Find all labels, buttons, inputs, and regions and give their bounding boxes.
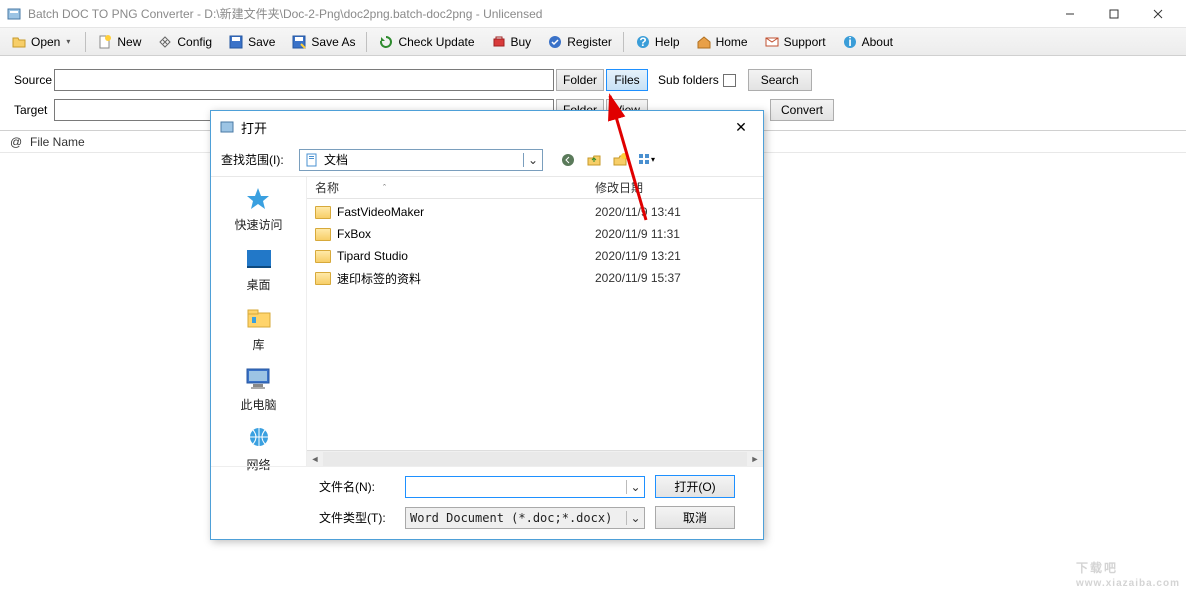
up-folder-icon[interactable] <box>585 151 603 169</box>
list-item[interactable]: FastVideoMaker2020/11/9 13:41 <box>315 201 763 223</box>
open-dialog: 打开 ✕ 查找范围(I): 文档 ⌄ ▾ 快速访问 桌面 <box>210 110 764 540</box>
open-button[interactable]: Open▾ <box>4 31 81 53</box>
col-at: @ <box>10 135 30 149</box>
buy-button[interactable]: Buy <box>484 31 539 53</box>
search-button[interactable]: Search <box>748 69 812 91</box>
lookin-label: 查找范围(I): <box>221 151 293 168</box>
filename-label: 文件名(N): <box>319 478 395 495</box>
place-quick-access[interactable]: 快速访问 <box>234 185 282 233</box>
help-icon: ? <box>635 34 651 50</box>
watermark: 下载吧 www.xiazaiba.com <box>1076 555 1180 589</box>
close-button[interactable] <box>1136 0 1180 28</box>
folder-icon <box>315 228 331 241</box>
libraries-icon <box>242 305 276 333</box>
chevron-down-icon[interactable]: ⌄ <box>626 480 644 494</box>
dialog-title: 打开 <box>241 118 267 137</box>
list-item[interactable]: Tipard Studio2020/11/9 13:21 <box>315 245 763 267</box>
window-title: Batch DOC TO PNG Converter - D:\新建文件夹\Do… <box>28 5 1048 22</box>
place-thispc[interactable]: 此电脑 <box>240 365 276 413</box>
dialog-open-button[interactable]: 打开(O) <box>655 475 735 498</box>
back-icon[interactable] <box>559 151 577 169</box>
svg-text:?: ? <box>639 35 646 49</box>
save-as-icon <box>291 34 307 50</box>
source-input[interactable] <box>54 69 554 91</box>
support-button[interactable]: Support <box>757 31 833 53</box>
chevron-down-icon[interactable]: ⌄ <box>626 511 644 525</box>
new-folder-icon[interactable] <box>611 151 629 169</box>
dialog-cancel-button[interactable]: 取消 <box>655 506 735 529</box>
home-icon <box>696 34 712 50</box>
sub-folders-checkbox[interactable] <box>723 74 736 87</box>
save-as-button[interactable]: Save As <box>284 31 362 53</box>
computer-icon <box>241 365 275 393</box>
maximize-button[interactable] <box>1092 0 1136 28</box>
save-button[interactable]: Save <box>221 31 282 53</box>
filetype-select[interactable]: Word Document (*.doc;*.docx)⌄ <box>405 507 645 529</box>
save-icon <box>228 34 244 50</box>
sort-asc-icon: ˆ <box>383 183 386 193</box>
view-menu-icon[interactable]: ▾ <box>637 151 655 169</box>
home-button[interactable]: Home <box>689 31 755 53</box>
filetype-label: 文件类型(T): <box>319 509 395 526</box>
chevron-down-icon: ⌄ <box>523 153 538 167</box>
network-icon <box>242 425 276 453</box>
separator <box>85 32 86 52</box>
new-button[interactable]: New <box>90 31 148 53</box>
place-libraries[interactable]: 库 <box>242 305 276 353</box>
help-button[interactable]: ?Help <box>628 31 687 53</box>
quick-access-icon <box>241 185 275 213</box>
place-desktop[interactable]: 桌面 <box>242 245 276 293</box>
target-label: Target <box>14 103 54 117</box>
source-files-button[interactable]: Files <box>606 69 648 91</box>
sub-folders-label: Sub folders <box>658 73 719 87</box>
convert-button[interactable]: Convert <box>770 99 834 121</box>
config-icon <box>157 34 173 50</box>
separator <box>366 32 367 52</box>
svg-text:i: i <box>848 35 851 49</box>
config-button[interactable]: Config <box>150 31 219 53</box>
folder-icon <box>315 206 331 219</box>
lookin-select[interactable]: 文档 ⌄ <box>299 149 543 171</box>
source-folder-button[interactable]: Folder <box>556 69 604 91</box>
dialog-close-button[interactable]: ✕ <box>727 116 755 138</box>
register-button[interactable]: Register <box>540 31 619 53</box>
refresh-icon <box>378 34 394 50</box>
source-label: Source <box>14 73 54 87</box>
col-file-name[interactable]: File Name <box>30 135 85 149</box>
list-item[interactable]: 速印标签的资料2020/11/9 15:37 <box>315 267 763 289</box>
folder-icon <box>315 272 331 285</box>
info-icon: i <box>842 34 858 50</box>
titlebar: Batch DOC TO PNG Converter - D:\新建文件夹\Do… <box>0 0 1186 28</box>
folder-icon <box>315 250 331 263</box>
cart-icon <box>491 34 507 50</box>
list-item[interactable]: FxBox2020/11/9 11:31 <box>315 223 763 245</box>
support-icon <box>764 34 780 50</box>
horizontal-scrollbar[interactable]: ◄ ► <box>307 450 763 466</box>
scroll-left-icon[interactable]: ◄ <box>307 452 323 466</box>
filename-input[interactable]: ⌄ <box>405 476 645 498</box>
col-date-header[interactable]: 修改日期 <box>595 179 763 196</box>
file-list: 名称ˆ 修改日期 FastVideoMaker2020/11/9 13:41 F… <box>307 177 763 466</box>
new-icon <box>97 34 113 50</box>
places-bar: 快速访问 桌面 库 此电脑 网络 <box>211 177 307 466</box>
open-icon <box>11 34 27 50</box>
separator <box>623 32 624 52</box>
scroll-right-icon[interactable]: ► <box>747 452 763 466</box>
app-icon <box>6 6 22 22</box>
check-update-button[interactable]: Check Update <box>371 31 481 53</box>
dropdown-icon: ▾ <box>66 37 74 46</box>
dialog-icon <box>219 119 235 135</box>
desktop-icon <box>242 245 276 273</box>
minimize-button[interactable] <box>1048 0 1092 28</box>
register-icon <box>547 34 563 50</box>
about-button[interactable]: iAbout <box>835 31 900 53</box>
documents-icon <box>304 152 320 168</box>
col-name-header[interactable]: 名称ˆ <box>315 179 595 196</box>
main-toolbar: Open▾ New Config Save Save As Check Upda… <box>0 28 1186 56</box>
